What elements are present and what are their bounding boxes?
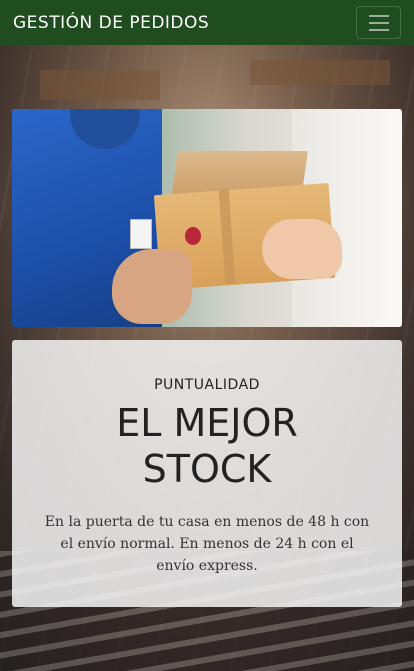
card-title: EL MEJOR STOCK: [82, 400, 332, 492]
navbar-toggler-button[interactable]: [356, 6, 401, 39]
card-subtitle: PUNTUALIDAD: [154, 377, 260, 393]
delivery-photo: [12, 109, 402, 327]
navbar-brand[interactable]: GESTIÓN DE PEDIDOS: [13, 13, 209, 33]
card-title-line1: EL MEJOR: [116, 401, 298, 445]
info-card: PUNTUALIDAD EL MEJOR STOCK En la puerta …: [12, 340, 402, 607]
hamburger-menu-icon: [368, 14, 389, 17]
navbar: GESTIÓN DE PEDIDOS: [0, 0, 414, 45]
card-title-line2: STOCK: [142, 447, 272, 491]
card-description: En la puerta de tu casa en menos de 48 h…: [44, 514, 370, 574]
